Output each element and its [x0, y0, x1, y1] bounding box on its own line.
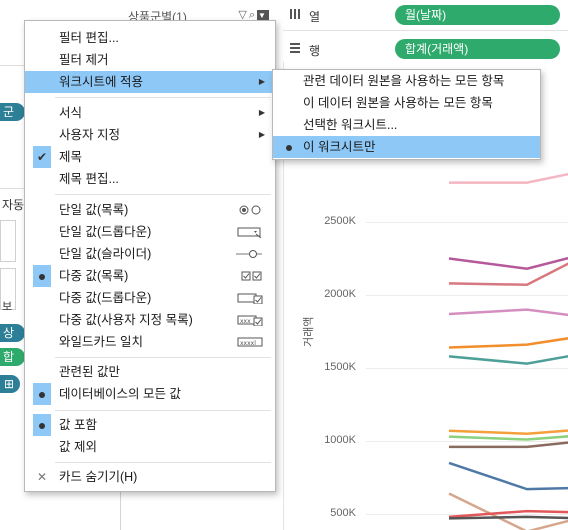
- rows-icon: [289, 42, 301, 57]
- menu-item-multi-value-list[interactable]: 다중 값(목록): [25, 265, 275, 287]
- columns-icon: [289, 8, 301, 23]
- menu-separator: [55, 462, 271, 463]
- checkbox-list-icon: [241, 271, 262, 281]
- rows-pill[interactable]: 합계(거래액): [395, 39, 560, 59]
- radio-bullet-icon: [33, 383, 51, 405]
- menu-item-format[interactable]: 서식 ▶: [25, 102, 275, 124]
- menu-item-multi-value-custom-list[interactable]: 다중 값(사용자 지정 목록) xxx: [25, 309, 275, 331]
- menu-item-hide-card[interactable]: ✕ 카드 숨기기(H): [25, 466, 275, 488]
- dropdown-icon: [237, 227, 262, 238]
- columns-pill[interactable]: 월(날짜): [395, 5, 560, 25]
- sum-pill[interactable]: 합계: [0, 348, 25, 382]
- close-icon: ✕: [36, 470, 48, 484]
- submenu-arrow-icon: ▶: [258, 130, 265, 139]
- checkbox-dropdown-icon: [237, 293, 263, 304]
- series-line[interactable]: [448, 254, 568, 270]
- rows-shelf: 행 합계(거래액): [283, 34, 568, 65]
- menu-item-relevant-values-only[interactable]: 관련된 값만: [25, 361, 275, 383]
- menu-item-single-value-dropdown[interactable]: 단일 값(드롭다운): [25, 221, 275, 243]
- menu-item-edit-title[interactable]: 제목 편집...: [25, 168, 275, 190]
- svg-text:xxxxl: xxxxl: [240, 340, 256, 347]
- submenu-item-selected-worksheets[interactable]: 선택한 워크시트...: [273, 114, 540, 136]
- slider-icon: [236, 250, 262, 258]
- submenu-arrow-icon: ▶: [258, 77, 265, 86]
- marks-chip[interactable]: 군별: [0, 103, 25, 137]
- add-pill-icon[interactable]: ⊞: [0, 375, 20, 393]
- radio-bullet-icon: [281, 136, 297, 158]
- menu-item-include-values[interactable]: 값 포함: [25, 414, 275, 436]
- series-line[interactable]: [448, 353, 568, 365]
- wildcard-icon: xxxxl: [237, 337, 263, 347]
- filter-context-menu: 필터 편집... 필터 제거 워크시트에 적용 ▶ 서식 ▶ 사용자 지정 ▶ ✔ 제목…: [24, 20, 276, 492]
- menu-separator: [55, 194, 271, 195]
- columns-shelf: 열 월(날짜): [283, 0, 568, 31]
- menu-item-customize[interactable]: 사용자 지정 ▶: [25, 124, 275, 146]
- submenu-item-only-this-worksheet[interactable]: 이 워크시트만: [273, 136, 540, 158]
- menu-separator: [55, 410, 271, 411]
- b-label: 보: [2, 301, 13, 313]
- series-line[interactable]: [448, 435, 568, 441]
- rows-label: 행: [309, 44, 321, 58]
- series-line[interactable]: [448, 429, 568, 435]
- marks-box[interactable]: [0, 220, 16, 262]
- category-pill[interactable]: 상품: [0, 324, 25, 358]
- svg-text:xxx: xxx: [240, 318, 251, 325]
- menu-item-apply-to-worksheets[interactable]: 워크시트에 적용 ▶: [25, 71, 275, 93]
- submenu-arrow-icon: ▶: [258, 108, 265, 117]
- series-line[interactable]: [449, 171, 568, 184]
- menu-item-edit-filter[interactable]: 필터 편집...: [25, 27, 275, 49]
- checkmark-icon: ✔: [33, 146, 51, 168]
- series-line[interactable]: [448, 461, 568, 491]
- menu-item-title[interactable]: ✔ 제목: [25, 146, 275, 168]
- menu-item-all-values-in-database[interactable]: 데이터베이스의 모든 값: [25, 383, 275, 405]
- radio-bullet-icon: [33, 265, 51, 287]
- menu-item-remove-filter[interactable]: 필터 제거: [25, 49, 275, 71]
- series-line[interactable]: [448, 515, 568, 520]
- submenu-item-all-this-data-source[interactable]: 이 데이터 원본을 사용하는 모든 항목: [273, 92, 540, 114]
- series-line[interactable]: [448, 336, 568, 349]
- menu-item-multi-value-dropdown[interactable]: 다중 값(드롭다운): [25, 287, 275, 309]
- series-line[interactable]: [449, 441, 568, 449]
- menu-item-exclude-values[interactable]: 값 제외: [25, 436, 275, 458]
- menu-item-single-value-list[interactable]: 단일 값(목록): [25, 199, 275, 221]
- apply-to-worksheets-submenu: 관련 데이터 원본을 사용하는 모든 항목 이 데이터 원본을 사용하는 모든 …: [272, 69, 541, 160]
- menu-separator: [55, 357, 271, 358]
- menu-item-single-value-slider[interactable]: 단일 값(슬라이더): [25, 243, 275, 265]
- custom-list-icon: xxx: [237, 315, 263, 326]
- series-line[interactable]: [448, 308, 568, 317]
- columns-label: 열: [309, 10, 321, 24]
- radio-bullet-icon: [33, 414, 51, 436]
- radio-list-icon: [239, 205, 261, 215]
- menu-item-wildcard-match[interactable]: 와일드카드 일치 xxxxl: [25, 331, 275, 353]
- submenu-item-all-related-data-sources[interactable]: 관련 데이터 원본을 사용하는 모든 항목: [273, 70, 540, 92]
- auto-label: 자동: [2, 198, 25, 212]
- menu-separator: [55, 97, 271, 98]
